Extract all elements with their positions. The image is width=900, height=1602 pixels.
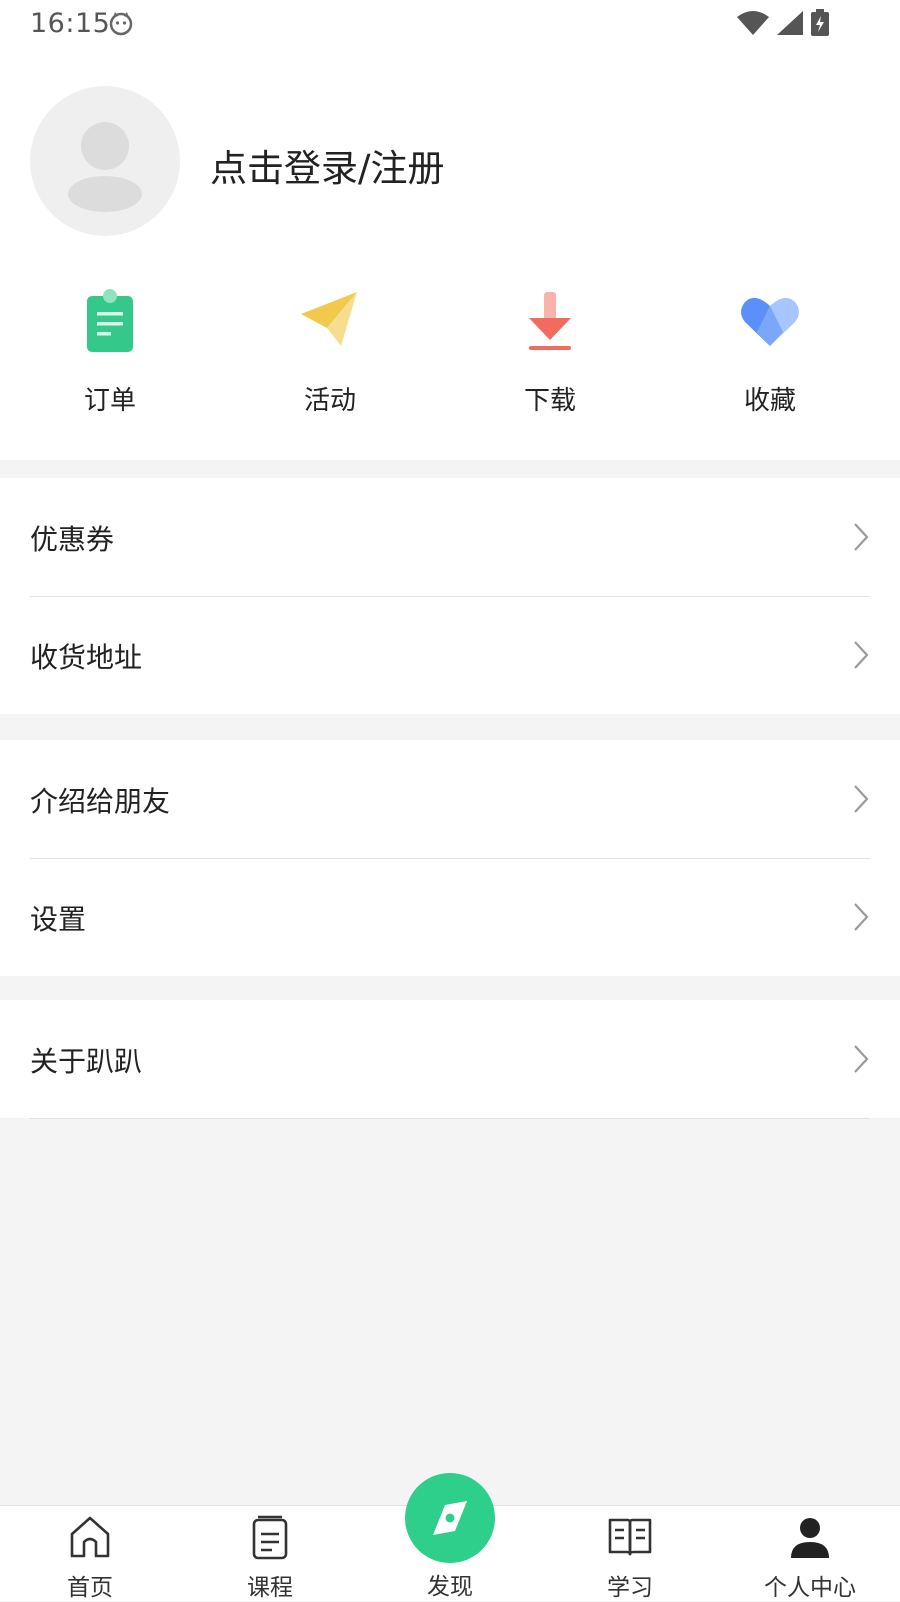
paper-plane-icon bbox=[301, 292, 357, 346]
chevron-right-icon bbox=[854, 523, 869, 551]
quick-action-label: 下载 bbox=[523, 386, 576, 416]
quick-action-label: 订单 bbox=[83, 386, 136, 416]
nav-discover-button[interactable] bbox=[405, 1473, 495, 1563]
compass-icon bbox=[433, 1501, 467, 1535]
signal-icon bbox=[777, 11, 803, 35]
divider bbox=[30, 1118, 870, 1119]
nav-courses[interactable]: 课程 bbox=[210, 1506, 330, 1601]
notification-cat-icon bbox=[109, 12, 133, 36]
menu-item-label: 关于趴趴 bbox=[30, 1045, 143, 1078]
chevron-right-icon bbox=[854, 641, 869, 669]
nav-label: 发现 bbox=[427, 1574, 473, 1600]
menu-item-settings[interactable]: 设置 bbox=[0, 858, 900, 976]
profile-header: 点击登录/注册 订单 活动 下载 收藏 bbox=[0, 48, 900, 460]
home-icon bbox=[70, 1516, 110, 1558]
nav-profile[interactable]: 个人中心 bbox=[750, 1506, 870, 1601]
chevron-right-icon bbox=[854, 1045, 869, 1073]
menu-item-label: 设置 bbox=[30, 903, 87, 936]
avatar[interactable] bbox=[30, 86, 180, 236]
avatar-placeholder-icon bbox=[68, 122, 142, 212]
heart-icon bbox=[741, 297, 799, 346]
chevron-right-icon bbox=[854, 785, 869, 813]
menu-group: 介绍给朋友 设置 bbox=[0, 740, 900, 976]
menu-item-about[interactable]: 关于趴趴 bbox=[0, 1000, 900, 1118]
menu-group: 优惠券 收货地址 bbox=[0, 478, 900, 714]
wifi-icon bbox=[737, 11, 769, 35]
menu-item-label: 收货地址 bbox=[30, 641, 143, 674]
nav-home[interactable]: 首页 bbox=[30, 1506, 150, 1601]
quick-actions: 订单 活动 下载 收藏 bbox=[0, 280, 900, 420]
chevron-right-icon bbox=[854, 903, 869, 931]
menu-item-address[interactable]: 收货地址 bbox=[0, 596, 900, 714]
nav-label: 课程 bbox=[247, 1575, 293, 1601]
nav-label: 个人中心 bbox=[764, 1575, 856, 1601]
status-time: 16:15 bbox=[30, 8, 111, 39]
quick-action-activities[interactable]: 活动 bbox=[265, 280, 395, 420]
user-icon bbox=[791, 1518, 829, 1558]
quick-action-label: 活动 bbox=[303, 386, 356, 416]
quick-action-favorites[interactable]: 收藏 bbox=[705, 280, 835, 420]
order-clipboard-icon bbox=[87, 289, 133, 352]
quick-action-orders[interactable]: 订单 bbox=[45, 280, 175, 420]
nav-study[interactable]: 学习 bbox=[570, 1506, 690, 1601]
book-icon bbox=[608, 1518, 652, 1556]
battery-icon bbox=[811, 9, 829, 36]
login-register-link[interactable]: 点击登录/注册 bbox=[210, 138, 444, 192]
nav-label: 学习 bbox=[607, 1575, 653, 1601]
download-icon bbox=[529, 292, 571, 350]
menu-item-label: 介绍给朋友 bbox=[30, 785, 171, 818]
menu-item-label: 优惠券 bbox=[30, 523, 115, 556]
quick-action-label: 收藏 bbox=[743, 386, 796, 416]
menu-item-coupons[interactable]: 优惠券 bbox=[0, 478, 900, 596]
course-icon bbox=[252, 1515, 288, 1560]
quick-action-downloads[interactable]: 下载 bbox=[485, 280, 615, 420]
status-bar: 16:15 bbox=[0, 0, 900, 48]
nav-label: 首页 bbox=[67, 1575, 113, 1601]
menu-group: 关于趴趴 bbox=[0, 1000, 900, 1119]
status-icons bbox=[736, 8, 830, 38]
menu-item-invite-friends[interactable]: 介绍给朋友 bbox=[0, 740, 900, 858]
